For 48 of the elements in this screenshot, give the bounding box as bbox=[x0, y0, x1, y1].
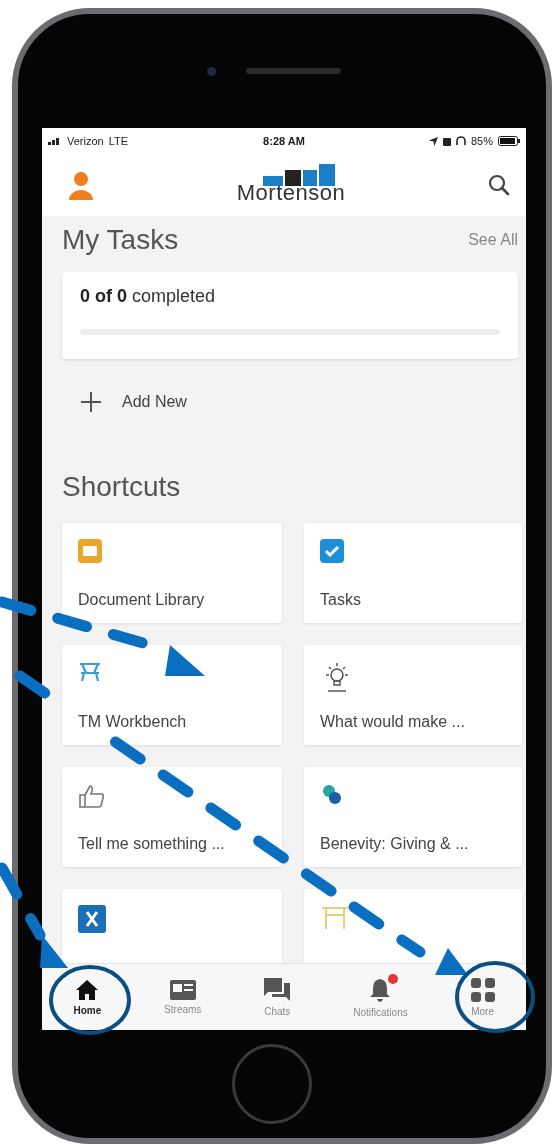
tab-bar-item[interactable]: Notifications bbox=[353, 976, 408, 1018]
shortcut-tile[interactable]: Tell me something ... bbox=[62, 767, 282, 867]
shortcut-tile[interactable]: Document Library bbox=[62, 523, 282, 623]
battery-icon bbox=[498, 136, 520, 146]
battery-percent: 85% bbox=[470, 135, 493, 147]
lock-icon bbox=[442, 136, 451, 146]
home-icon bbox=[75, 978, 100, 1001]
shortcut-label: Benevity: Giving & ... bbox=[320, 835, 469, 853]
camera-dot bbox=[207, 66, 216, 76]
status-time: 8:28 AM bbox=[263, 135, 305, 147]
tab-bar-item[interactable]: Chats bbox=[264, 977, 291, 1017]
spreadsheet-icon bbox=[78, 905, 106, 933]
shortcut-tile[interactable]: What would make ... bbox=[304, 645, 522, 745]
shortcut-label: What would make ... bbox=[320, 713, 465, 731]
location-icon bbox=[428, 136, 438, 146]
grid-icon bbox=[470, 977, 495, 1002]
tab-bar-item[interactable]: Streams bbox=[164, 979, 202, 1015]
shortcut-label: TM Workbench bbox=[78, 713, 187, 731]
plus-icon bbox=[80, 391, 102, 413]
section-title: My Tasks bbox=[62, 224, 179, 256]
logo-bars-icon bbox=[263, 164, 338, 186]
logo-text: Mortenson bbox=[236, 180, 346, 206]
shortcut-label: Document Library bbox=[78, 591, 205, 609]
folder-icon bbox=[78, 539, 102, 563]
tab-bar-item[interactable]: Home bbox=[73, 978, 102, 1016]
shortcut-label: Tell me something ... bbox=[78, 835, 225, 853]
chat-bubbles-icon bbox=[264, 977, 291, 1002]
checkbox-icon bbox=[320, 539, 344, 563]
carrier-text: Verizon bbox=[67, 135, 104, 147]
search-icon[interactable] bbox=[488, 174, 510, 196]
network-text: LTE bbox=[108, 135, 129, 147]
tab-bar-item[interactable]: More bbox=[470, 977, 495, 1017]
avatar-icon[interactable] bbox=[68, 170, 94, 200]
signal-icon bbox=[48, 137, 62, 145]
frame-icon bbox=[320, 905, 350, 931]
add-new-button[interactable]: Add New bbox=[80, 391, 187, 413]
thumbs-up-icon bbox=[78, 783, 106, 809]
bell-icon bbox=[368, 976, 393, 1003]
shortcut-label: Tasks bbox=[320, 591, 361, 609]
shortcut-tile[interactable]: TM Workbench bbox=[62, 645, 282, 745]
shortcut-tile[interactable]: Benevity: Giving & ... bbox=[304, 767, 522, 867]
shortcut-tile[interactable]: Tasks bbox=[304, 523, 522, 623]
giving-icon bbox=[320, 783, 344, 807]
task-summary-text: 0 of 0 completed bbox=[80, 286, 217, 307]
headphones-icon bbox=[455, 136, 466, 146]
news-card-icon bbox=[169, 979, 196, 1000]
workbench-icon bbox=[78, 661, 102, 683]
section-title: Shortcuts bbox=[62, 471, 182, 503]
